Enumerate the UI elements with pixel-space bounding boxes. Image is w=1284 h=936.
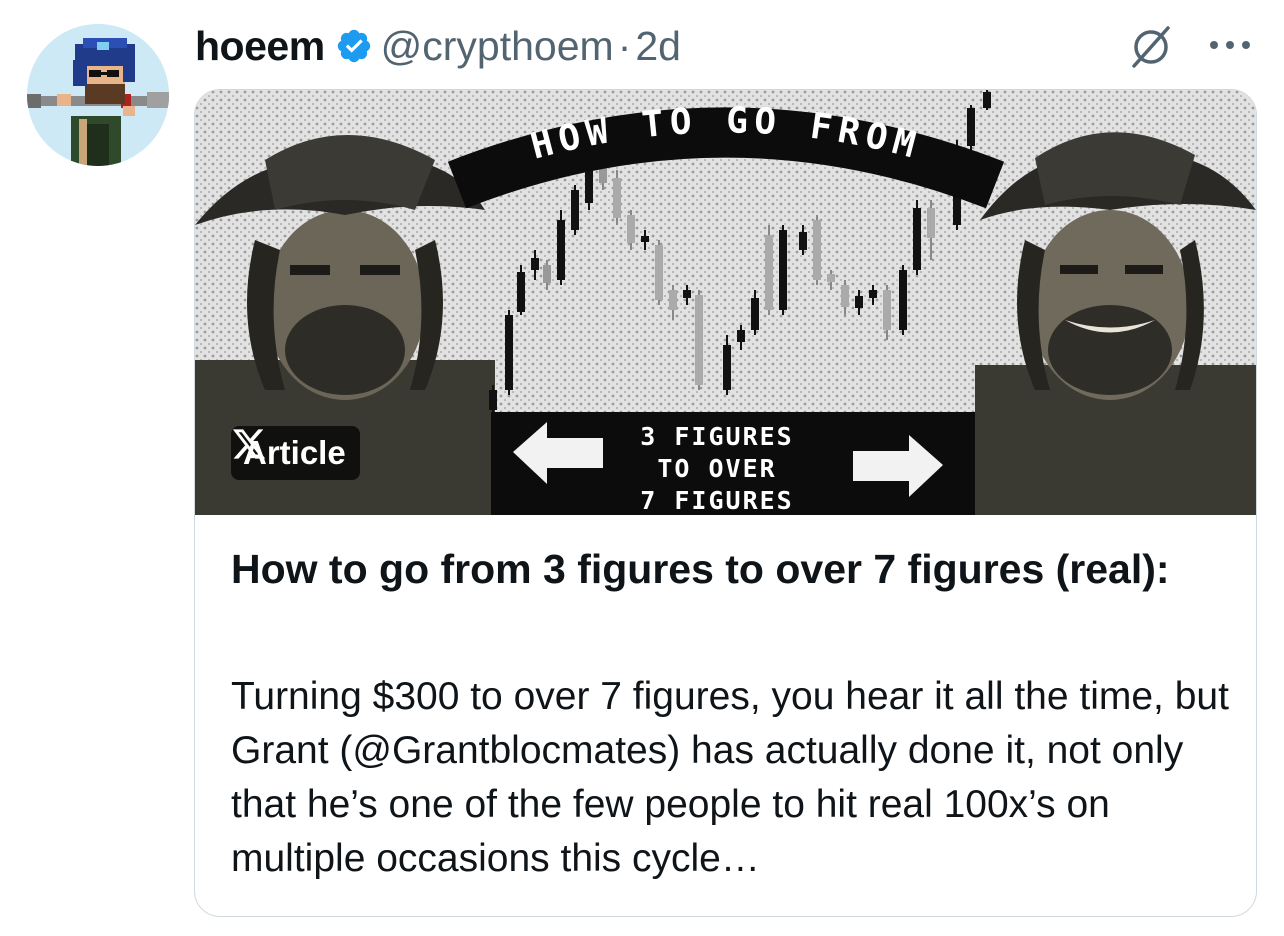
banner-line-1: 3 FIGURES [640, 422, 793, 451]
article-description: Turning $300 to over 7 figures, you hear… [231, 675, 1229, 880]
tweet-header: hoeem @crypthoem · 2d [195, 18, 681, 74]
more-options-icon[interactable] [1205, 30, 1255, 60]
article-badge: Article [231, 426, 360, 480]
verified-badge-icon [337, 29, 370, 63]
banner-line-2: TO OVER [657, 454, 776, 483]
bottom-banner: 3 FIGURES TO OVER 7 FIGURES [491, 412, 975, 515]
separator-dot: · [617, 22, 632, 69]
timestamp[interactable]: 2d [635, 23, 681, 70]
x-logo-icon [232, 429, 266, 459]
display-name[interactable]: hoeem [195, 23, 325, 70]
avatar[interactable] [27, 24, 169, 166]
article-title[interactable]: How to go from 3 figures to over 7 figur… [231, 542, 1221, 596]
banner-line-3: 7 FIGURES [640, 486, 793, 515]
user-handle[interactable]: @crypthoem [381, 23, 614, 70]
article-hero-image[interactable]: HOW TO GO FROM 3 FIGURES TO OVER 7 FIGUR… [195, 90, 1256, 515]
pixel-avatar-icon [27, 24, 169, 166]
article-card[interactable]: HOW TO GO FROM 3 FIGURES TO OVER 7 FIGUR… [194, 89, 1257, 917]
grok-icon[interactable] [1126, 22, 1176, 72]
